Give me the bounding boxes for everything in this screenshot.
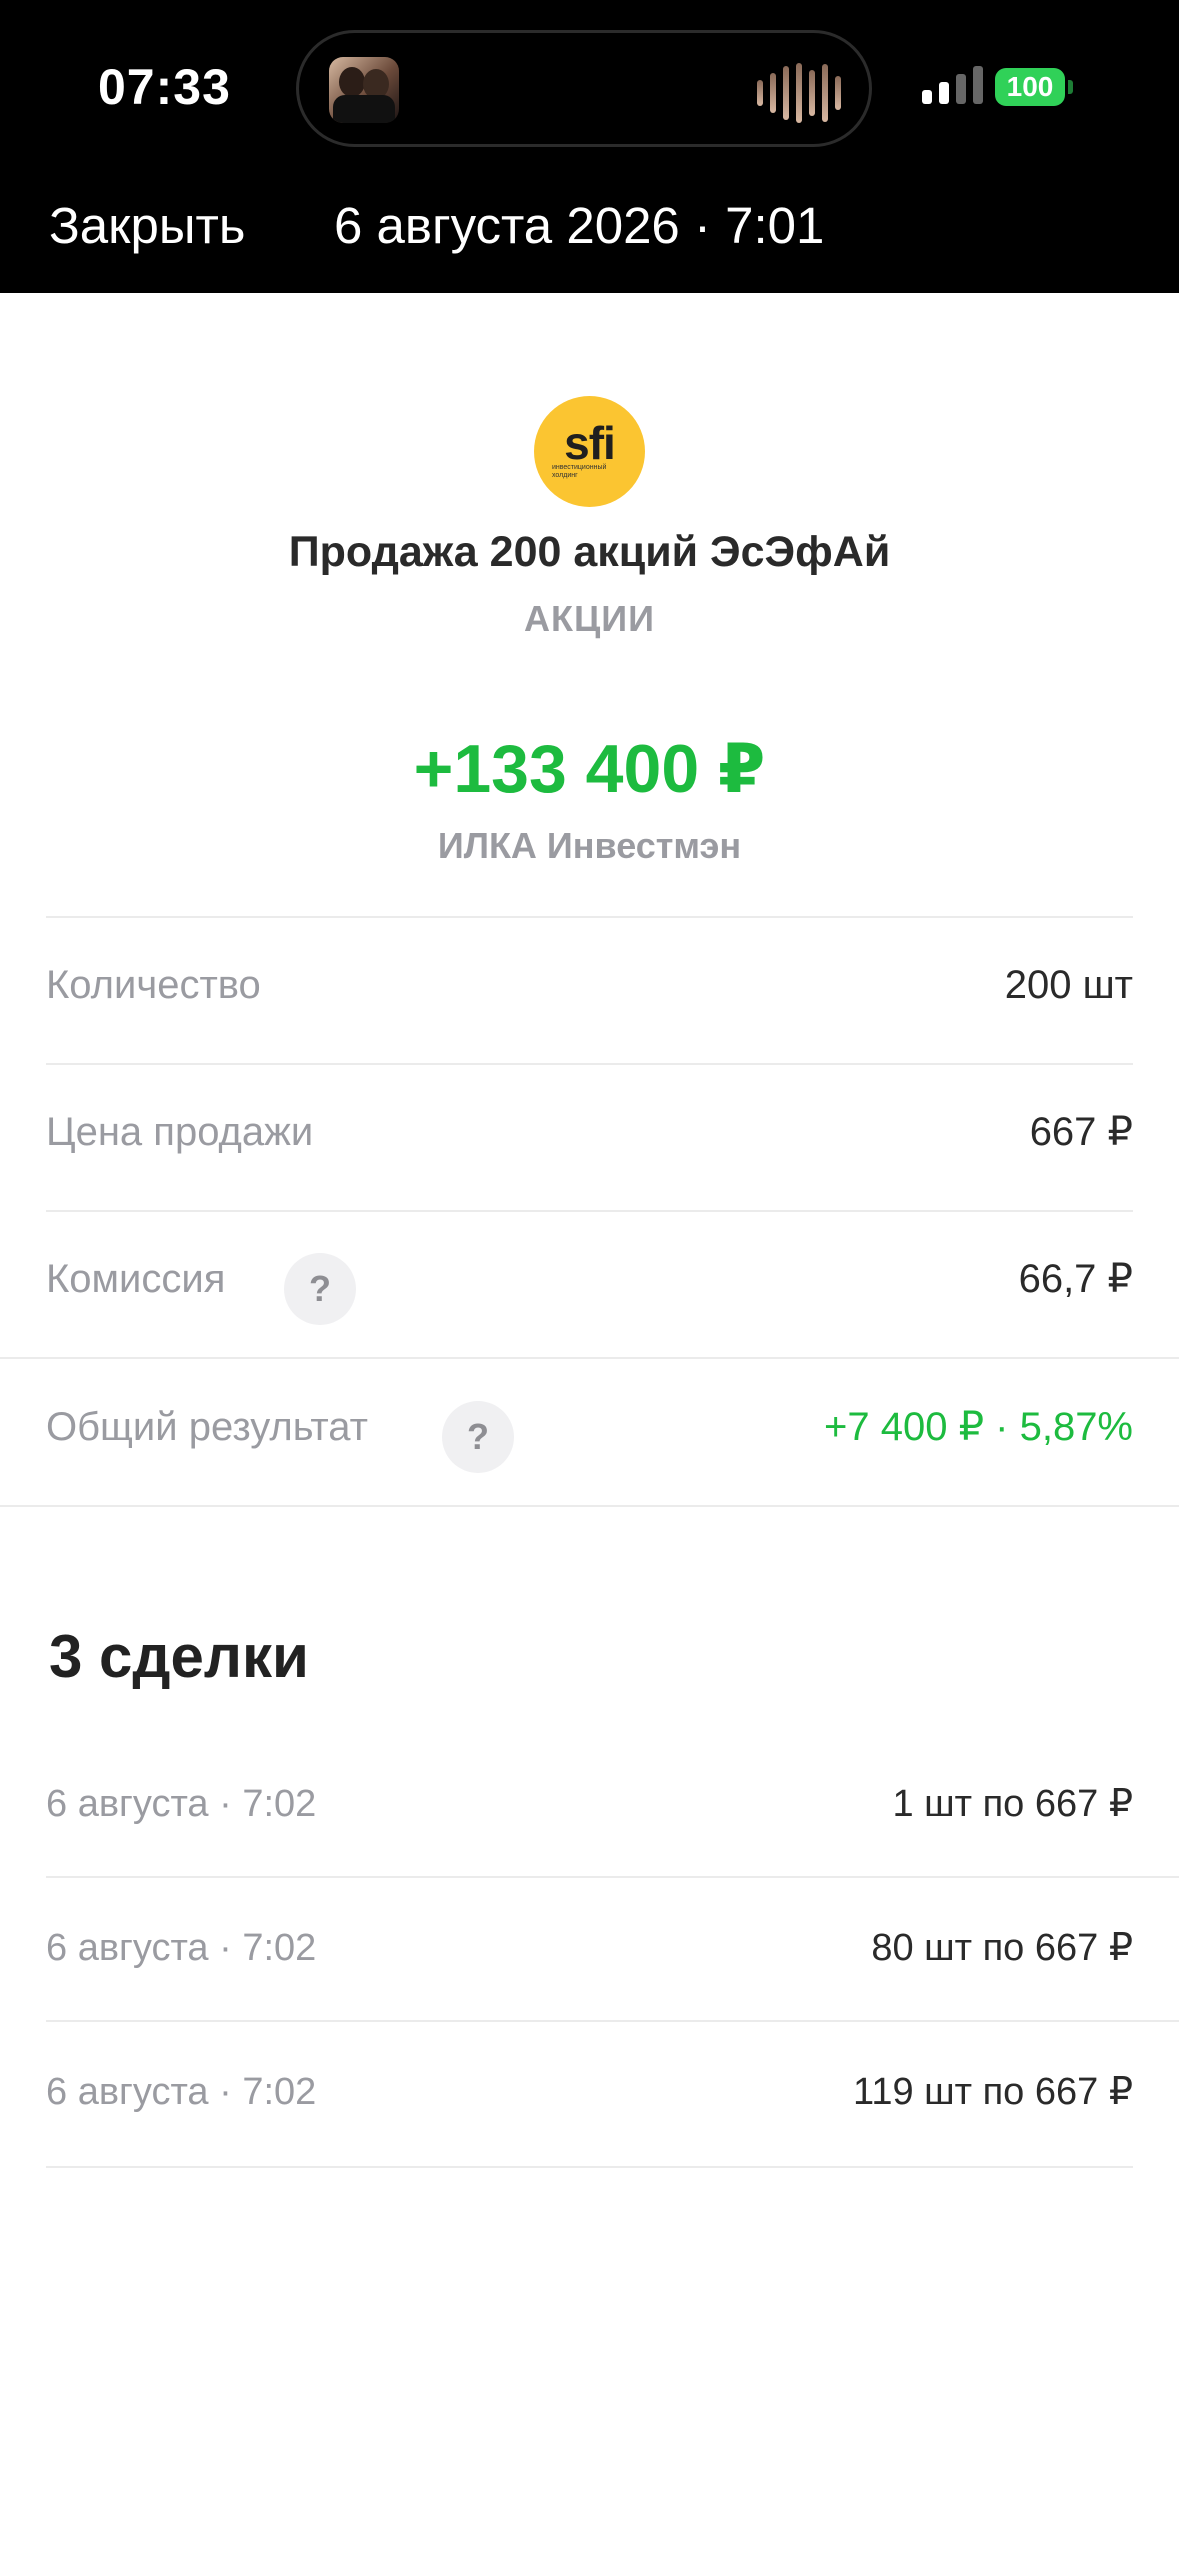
company-logo: sfi инвестиционный холдинг: [534, 396, 645, 507]
help-icon[interactable]: ?: [284, 1253, 356, 1325]
top-bar: 07:33 100 Закрыть 6 августа 2026 · 7:01: [0, 0, 1179, 293]
detail-label: Цена продажи: [46, 1110, 314, 1154]
deal-date: 6 августа · 7:02: [46, 1927, 317, 1969]
battery-indicator: 100: [995, 68, 1065, 106]
deal-row[interactable]: 6 августа · 7:02 80 шт по 667 ₽: [46, 1877, 1133, 2020]
detail-row-total-result: Общий результат ? +7 400 ₽ · 5,87%: [46, 1354, 1133, 1501]
operation-amount: +133 400 ₽: [413, 731, 766, 807]
detail-label: Общий результат: [46, 1405, 368, 1449]
detail-row-sale-price: Цена продажи 667 ₽: [46, 1059, 1133, 1206]
divider: [46, 2166, 1133, 2168]
detail-value: 200 шт: [1004, 963, 1133, 1007]
detail-value: +7 400 ₽ · 5,87%: [824, 1405, 1133, 1449]
deals-section-title: 3 сделки: [49, 1623, 309, 1690]
deal-date: 6 августа · 7:02: [46, 2071, 317, 2113]
detail-row-quantity: Количество 200 шт: [46, 912, 1133, 1059]
operation-title: Продажа 200 акций ЭсЭфАй: [288, 528, 891, 576]
deal-amount: 119 шт по 667 ₽: [853, 2071, 1133, 2113]
detail-label: Комиссия: [46, 1257, 226, 1301]
logo-subtitle: инвестиционный холдинг: [552, 464, 607, 479]
detail-row-commission: Комиссия ? 66,7 ₽: [46, 1206, 1133, 1353]
deal-date: 6 августа · 7:02: [46, 1783, 317, 1825]
detail-value: 667 ₽: [1029, 1110, 1133, 1154]
audio-waveform-icon: [757, 63, 841, 123]
deal-amount: 1 шт по 667 ₽: [892, 1783, 1133, 1825]
asset-category: АКЦИИ: [523, 598, 656, 639]
dynamic-island[interactable]: [296, 30, 872, 147]
now-playing-artwork: [329, 57, 399, 123]
close-button[interactable]: Закрыть: [49, 196, 245, 255]
help-icon[interactable]: ?: [442, 1401, 514, 1473]
deal-amount: 80 шт по 667 ₽: [871, 1927, 1133, 1969]
cellular-signal-icon: [922, 64, 983, 104]
header-datetime: 6 августа 2026 · 7:01: [334, 197, 825, 254]
detail-label: Количество: [46, 963, 261, 1007]
deal-row[interactable]: 6 августа · 7:02 1 шт по 667 ₽: [46, 1733, 1133, 1876]
deal-row[interactable]: 6 августа · 7:02 119 шт по 667 ₽: [46, 2021, 1133, 2164]
detail-value: 66,7 ₽: [1018, 1257, 1133, 1301]
status-time: 07:33: [98, 59, 231, 115]
account-name: ИЛКА Инвестмэн: [437, 825, 742, 866]
logo-wordmark: sfi: [564, 417, 616, 469]
battery-cap: [1068, 80, 1073, 94]
divider: [0, 1505, 1179, 1507]
